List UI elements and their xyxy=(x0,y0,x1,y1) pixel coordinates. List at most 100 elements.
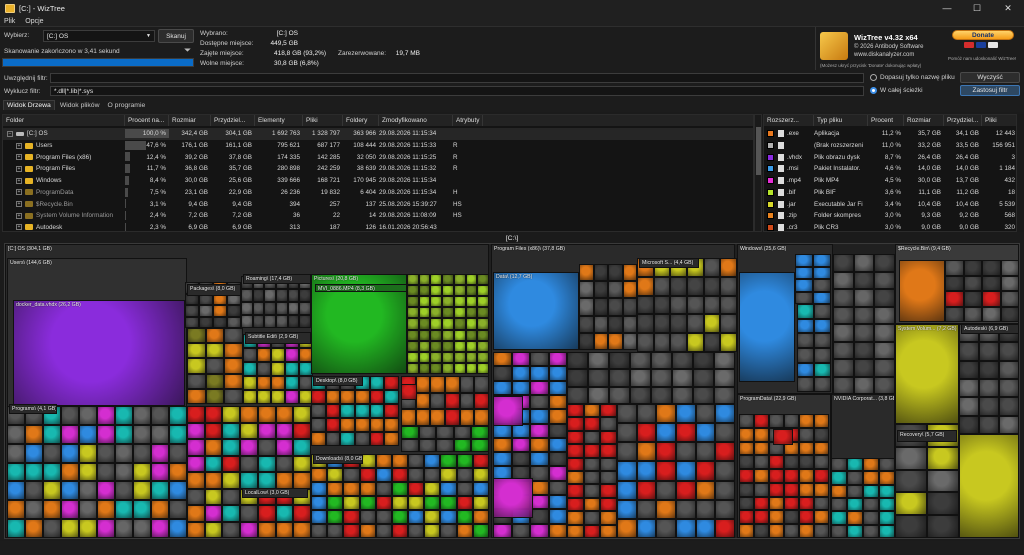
treemap-block[interactable] xyxy=(456,524,473,538)
treemap-block[interactable] xyxy=(720,314,737,334)
website-link[interactable]: www.diskanalyzer.com xyxy=(854,52,914,58)
treemap-block[interactable] xyxy=(222,439,241,456)
treemap-block[interactable] xyxy=(293,422,311,439)
treemap-block[interactable] xyxy=(115,462,133,482)
treemap-block[interactable] xyxy=(622,315,637,333)
treemap-block[interactable] xyxy=(252,289,265,302)
tree-row[interactable]: + ProgramData 7,5 % 23,1 GB 22,9 GB 26 236 19 … xyxy=(3,187,753,199)
treemap-block[interactable] xyxy=(999,342,1019,361)
treemap-block[interactable] xyxy=(391,524,409,538)
treemap-block[interactable] xyxy=(97,406,115,425)
tree-header-7[interactable]: Zmodyfikowano xyxy=(379,115,453,126)
treemap-block[interactable] xyxy=(213,316,227,328)
expand-toggle-icon[interactable]: + xyxy=(16,165,22,172)
treemap-block[interactable] xyxy=(831,458,847,472)
treemap-block[interactable] xyxy=(548,437,567,453)
treemap-block[interactable] xyxy=(169,500,187,520)
ext-row[interactable]: (Brak rozszerzeni 11,0 % 33,2 GB 33,5 GB 156… xyxy=(764,140,1016,152)
treemap-block[interactable] xyxy=(769,524,784,538)
treemap-block[interactable] xyxy=(243,362,257,376)
treemap-block[interactable] xyxy=(311,432,326,446)
treemap-block[interactable] xyxy=(651,369,672,387)
treemap-block[interactable] xyxy=(151,481,169,501)
treemap-block[interactable] xyxy=(600,511,617,525)
treemap-block[interactable] xyxy=(205,388,225,404)
treemap-block[interactable] xyxy=(600,484,617,498)
treemap-block[interactable] xyxy=(833,376,854,394)
treemap-block[interactable] xyxy=(548,480,567,496)
treemap-block[interactable] xyxy=(276,302,288,315)
treemap-block[interactable] xyxy=(637,295,654,315)
treemap-block[interactable] xyxy=(617,518,637,538)
treemap-block[interactable] xyxy=(407,307,419,319)
treemap-block[interactable] xyxy=(814,482,829,497)
treemap-block[interactable] xyxy=(293,439,311,456)
treemap-block[interactable] xyxy=(453,318,466,330)
treemap-block[interactable] xyxy=(169,519,187,538)
treemap-block[interactable] xyxy=(715,480,735,500)
treemap-block[interactable] xyxy=(799,482,814,497)
treemap-block[interactable] xyxy=(408,524,425,538)
treemap-block[interactable] xyxy=(530,380,549,395)
treemap-block[interactable] xyxy=(715,518,735,538)
treemap-block[interactable] xyxy=(204,439,223,456)
treemap-block[interactable] xyxy=(133,500,151,520)
treemap-block[interactable] xyxy=(797,304,814,319)
treemap-block[interactable] xyxy=(445,376,460,393)
treemap-block[interactable] xyxy=(240,439,258,456)
treemap-block[interactable] xyxy=(703,333,721,352)
treemap-block[interactable] xyxy=(670,314,687,334)
treemap-block[interactable] xyxy=(617,423,637,443)
treemap-block[interactable] xyxy=(359,510,376,524)
treemap-block[interactable] xyxy=(424,468,441,482)
treemap-block[interactable] xyxy=(459,409,475,426)
treemap-block[interactable] xyxy=(754,496,769,511)
treemap-block[interactable] xyxy=(418,340,431,352)
treemap-block[interactable] xyxy=(465,362,478,374)
treemap-block[interactable] xyxy=(418,439,437,452)
ext-row[interactable]: .zip Folder skompres 3,0 % 9,3 GB 9,2 GB 568 xyxy=(764,210,1016,222)
treemap-block[interactable] xyxy=(795,279,813,292)
treemap-block[interactable] xyxy=(445,392,460,410)
treemap-block[interactable] xyxy=(797,318,814,334)
treemap-block[interactable] xyxy=(456,454,473,468)
treemap-block[interactable] xyxy=(874,306,895,324)
treemap-block[interactable] xyxy=(1000,275,1019,291)
treemap-block[interactable] xyxy=(927,446,959,470)
treemap-block[interactable] xyxy=(355,432,370,446)
treemap-block[interactable] xyxy=(408,482,425,496)
treemap-block[interactable] xyxy=(720,295,737,315)
treemap-block[interactable] xyxy=(257,362,271,376)
treemap-block[interactable] xyxy=(327,468,344,482)
treemap-block[interactable] xyxy=(424,496,441,510)
treemap-block[interactable]: LocalLow\ (3,0 GB) xyxy=(242,488,308,498)
treemap-block[interactable] xyxy=(608,264,623,282)
treemap-block[interactable] xyxy=(754,441,769,456)
treemap-block[interactable] xyxy=(799,414,814,428)
treemap-block[interactable] xyxy=(408,454,425,468)
treemap-block[interactable] xyxy=(999,379,1019,398)
treemap-block[interactable] xyxy=(384,404,399,418)
treemap-block[interactable] xyxy=(340,418,355,432)
treemap-block[interactable] xyxy=(299,315,311,328)
treemap-block[interactable] xyxy=(43,481,61,501)
treemap-block[interactable] xyxy=(945,275,964,291)
expand-toggle-icon[interactable]: + xyxy=(16,201,22,208)
treemap-block[interactable] xyxy=(43,500,61,520)
treemap-block[interactable] xyxy=(695,442,716,462)
treemap-block[interactable] xyxy=(264,315,276,328)
treemap-block[interactable] xyxy=(252,315,265,328)
treemap-block[interactable] xyxy=(477,318,489,330)
treemap-block[interactable] xyxy=(874,289,895,307)
treemap-block[interactable] xyxy=(769,496,784,511)
treemap-block[interactable] xyxy=(227,316,241,328)
treemap-block[interactable] xyxy=(687,333,704,352)
treemap-block[interactable] xyxy=(593,264,608,282)
treemap-block[interactable] xyxy=(769,455,784,470)
treemap-block[interactable] xyxy=(874,324,895,342)
treemap-block[interactable] xyxy=(391,510,409,524)
treemap-block[interactable] xyxy=(982,306,1001,322)
treemap-block[interactable] xyxy=(264,302,276,315)
treemap-block[interactable] xyxy=(7,500,25,520)
treemap-block[interactable] xyxy=(133,443,151,463)
